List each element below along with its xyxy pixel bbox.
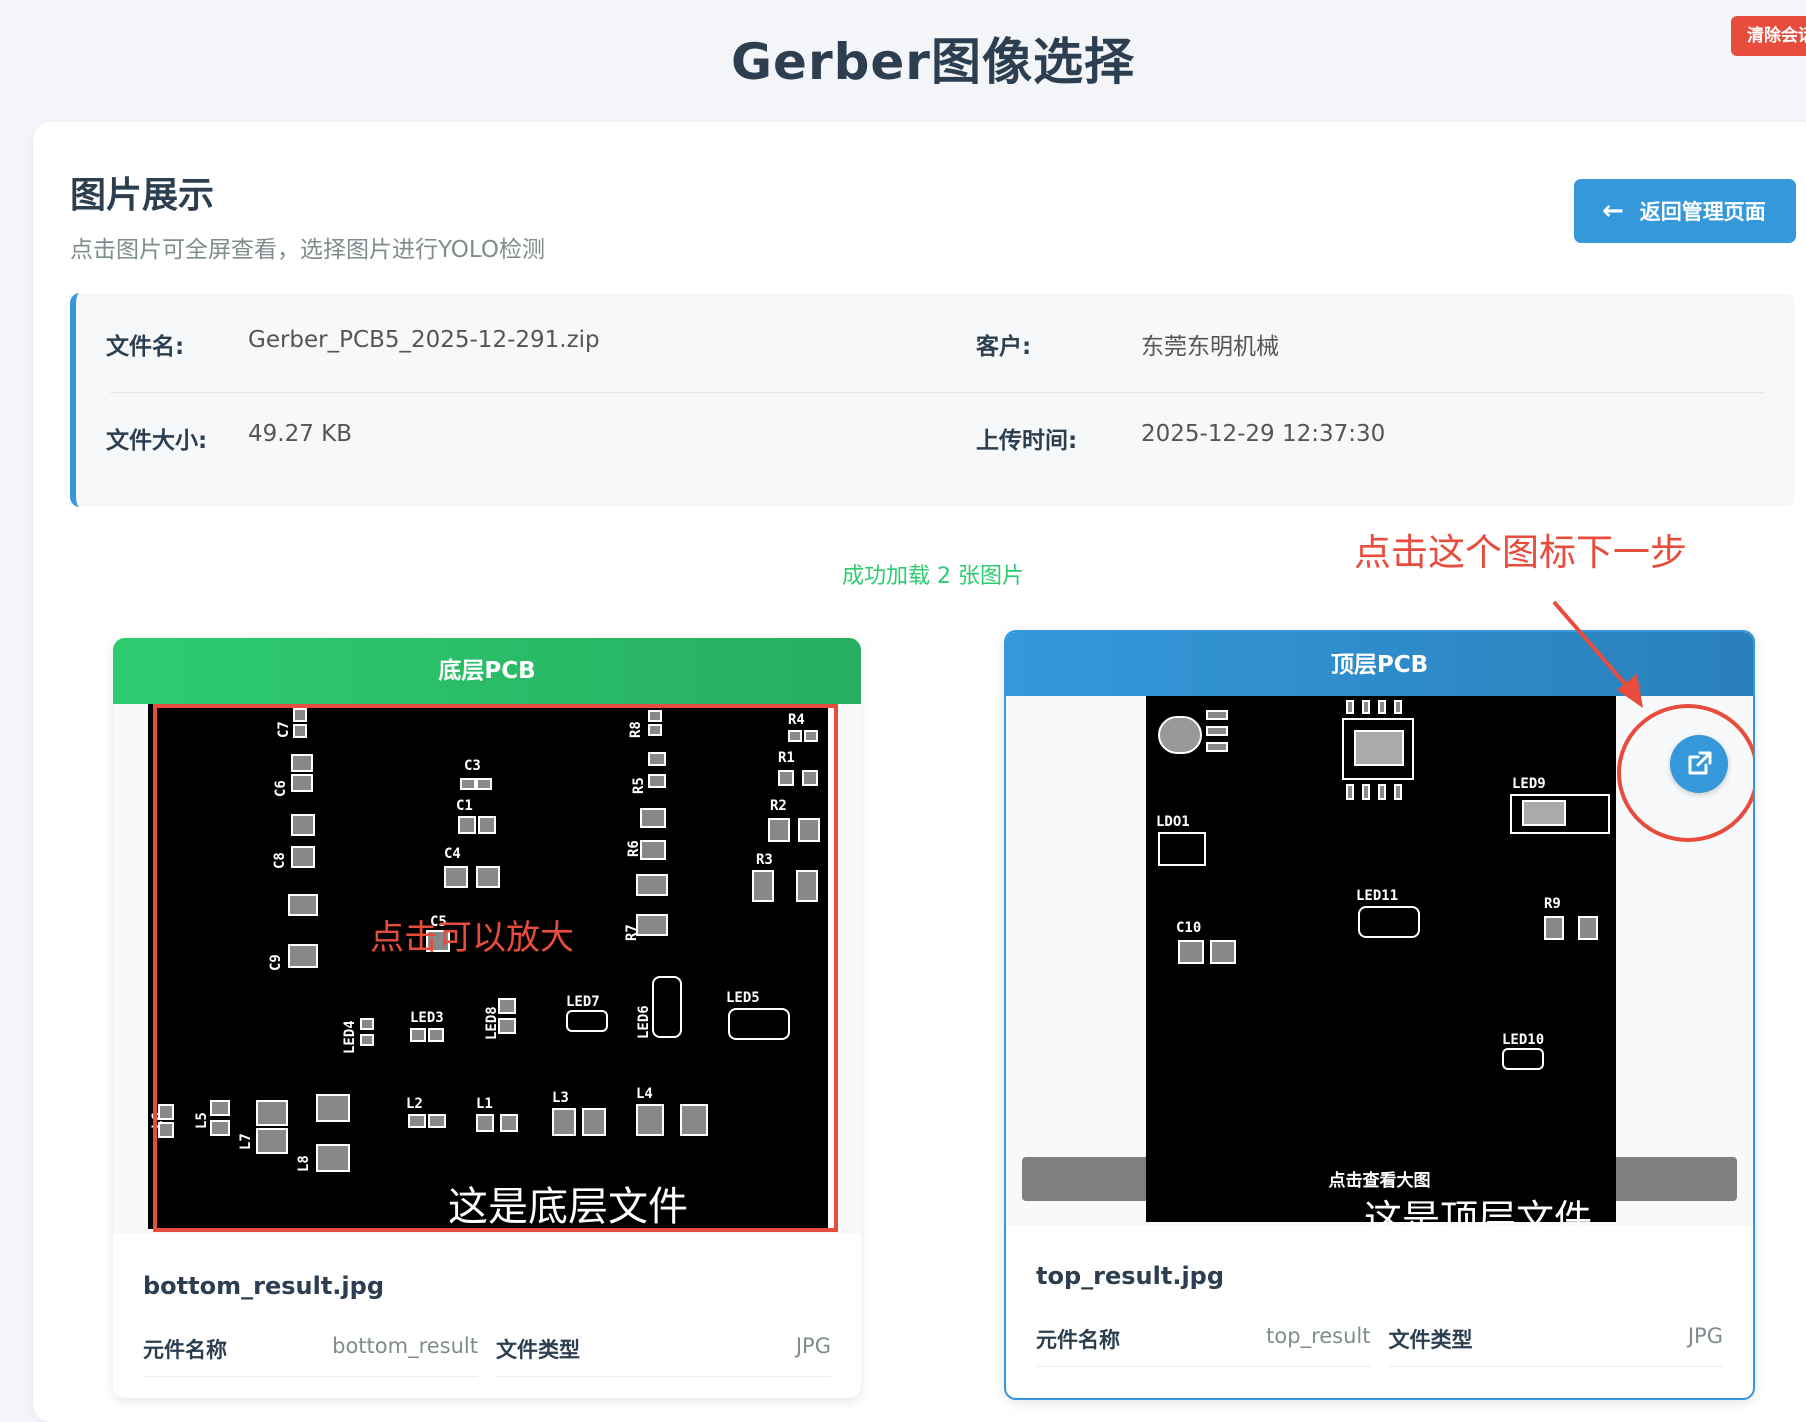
file-name-value: Gerber_PCB5_2025-12-291.zip [248, 327, 600, 353]
pad [1346, 700, 1354, 714]
highlight-frame [153, 704, 838, 1232]
card-header: 底层PCB [113, 638, 861, 704]
meta-row: 元件名称 top_result 文件类型 JPG [1036, 1324, 1723, 1367]
meta-value: JPG [795, 1334, 831, 1358]
file-size-label: 文件大小: [106, 428, 208, 454]
pcb-label: C10 [1176, 920, 1202, 936]
meta-component-name: 元件名称 bottom_result [143, 1334, 478, 1377]
meta-row: 元件名称 bottom_result 文件类型 JPG [143, 1334, 831, 1377]
pad [1394, 784, 1402, 800]
pcb-label: LED11 [1356, 888, 1399, 904]
meta-value: top_result [1266, 1324, 1371, 1348]
pad [1378, 784, 1386, 800]
pad [1206, 726, 1228, 736]
page-title: Gerber图像选择 [731, 33, 1135, 91]
next-step-annotation: 点击这个图标下一步 [1354, 531, 1687, 574]
component-footprint [1158, 716, 1202, 754]
arrow-left-icon: ← [1602, 196, 1624, 226]
meta-key: 元件名称 [143, 1338, 227, 1362]
card-header: 顶层PCB [1006, 632, 1753, 698]
pcb-label: LED10 [1502, 1032, 1545, 1048]
view-large-label[interactable]: 点击查看大图 [1006, 1166, 1753, 1191]
card-body: top_result.jpg 元件名称 top_result 文件类型 JPG [1006, 1224, 1753, 1367]
image-file-name: bottom_result.jpg [143, 1272, 384, 1300]
meta-key: 文件类型 [496, 1338, 580, 1362]
customer-value: 东莞东明机械 [1141, 334, 1279, 360]
pcb-label: LED9 [1512, 776, 1546, 792]
pad [1206, 710, 1228, 720]
pad [1362, 784, 1370, 800]
clear-session-button[interactable]: 清除会话 [1731, 16, 1806, 56]
card-body: bottom_result.jpg 元件名称 bottom_result 文件类… [113, 1234, 861, 1377]
image-area[interactable]: LED9 LDO1 LED11 C10 R9 LED10 这是顶层文件 点击查看… [1006, 696, 1753, 1241]
section-subtitle: 点击图片可全屏查看，选择图片进行YOLO检测 [70, 237, 545, 263]
pad [1544, 916, 1564, 940]
pad [1578, 916, 1598, 940]
upload-time-value: 2025-12-29 12:37:30 [1141, 421, 1386, 447]
highlight-circle [1617, 704, 1753, 842]
led-footprint [1502, 1048, 1544, 1070]
meta-key: 元件名称 [1036, 1328, 1120, 1352]
pad [1178, 940, 1204, 964]
pad [1522, 800, 1566, 826]
top-pcb-image[interactable]: LED9 LDO1 LED11 C10 R9 LED10 这是顶层文件 [1146, 696, 1616, 1241]
regulator-footprint [1158, 832, 1206, 866]
pcb-label: R9 [1544, 896, 1561, 912]
led-footprint [1358, 906, 1420, 938]
customer-label: 客户: [976, 334, 1032, 360]
back-to-admin-button[interactable]: ← 返回管理页面 [1574, 179, 1796, 243]
pad [1378, 700, 1386, 714]
meta-key: 文件类型 [1388, 1328, 1473, 1352]
file-size-value: 49.27 KB [248, 421, 353, 447]
meta-file-type: 文件类型 JPG [496, 1334, 831, 1377]
pad [1206, 742, 1228, 752]
pad [1346, 784, 1354, 800]
file-info-panel: 文件名: Gerber_PCB5_2025-12-291.zip 客户: 东莞东… [70, 293, 1795, 507]
meta-value: JPG [1687, 1324, 1723, 1348]
meta-file-type: 文件类型 JPG [1388, 1324, 1723, 1367]
file-name-label: 文件名: [106, 334, 185, 360]
meta-component-name: 元件名称 top_result [1036, 1324, 1371, 1367]
image-area[interactable]: C7 C6 C8 C9 C3 C1 C4 C5 R8 R5 R6 R7 R4 R… [113, 704, 861, 1234]
back-button-label: 返回管理页面 [1639, 200, 1766, 224]
pad [1354, 730, 1404, 766]
top-pcb-card[interactable]: 顶层PCB LED9 LDO1 LED11 C10 R9 LED10 这是顶层文… [1004, 630, 1755, 1400]
section-title: 图片展示 [70, 175, 215, 216]
pad [1362, 700, 1370, 714]
pad [1394, 700, 1402, 714]
pad [1210, 940, 1236, 964]
pcb-label: LDO1 [1156, 814, 1190, 830]
image-file-name: top_result.jpg [1036, 1262, 1225, 1290]
upload-time-label: 上传时间: [976, 428, 1078, 454]
bottom-pcb-card[interactable]: 底层PCB C7 C6 C8 C9 C3 C1 C4 C5 R8 R5 R6 R… [113, 638, 861, 1398]
meta-value: bottom_result [332, 1334, 478, 1358]
info-divider [110, 392, 1765, 393]
